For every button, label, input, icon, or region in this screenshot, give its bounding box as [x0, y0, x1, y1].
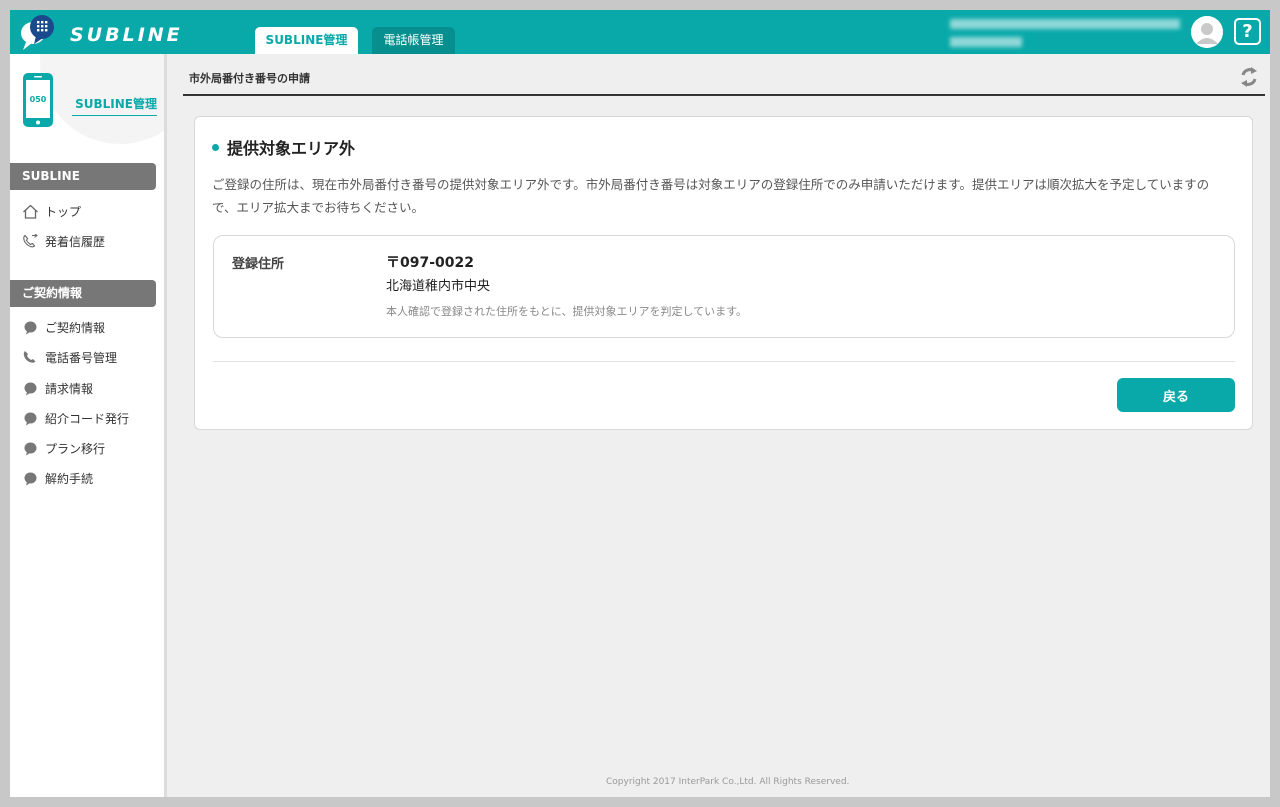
sidebar-item-label: トップ: [45, 204, 82, 219]
smartphone-icon: 050: [23, 73, 53, 127]
top-bar: SUBLINE SUBLINE管理 電話帳管理 ?: [10, 10, 1270, 54]
address-label: 登録住所: [232, 257, 285, 272]
divider: [213, 361, 1235, 362]
back-button[interactable]: 戻る: [1117, 378, 1235, 412]
logo-text: SUBLINE: [70, 24, 183, 46]
sidebar-item-referral-code[interactable]: 紹介コード発行: [22, 408, 129, 428]
help-icon: ?: [1242, 21, 1253, 42]
call-history-icon: [23, 233, 38, 247]
sidebar-item-label: 紹介コード発行: [45, 411, 130, 426]
card-title: 提供対象エリア外: [212, 135, 355, 159]
app-window: SUBLINE SUBLINE管理 電話帳管理 ? 050 SUBLINE管理: [10, 10, 1270, 797]
sidebar-item-label: 電話番号管理: [45, 350, 118, 365]
redacted-user-info: [950, 19, 1180, 29]
card-title-text: 提供対象エリア外: [227, 139, 356, 158]
sidebar-item-contract-info[interactable]: ご契約情報: [22, 317, 105, 337]
address-value: 北海道稚内市中央: [386, 279, 491, 294]
bubble-icon: [24, 321, 37, 334]
sidebar-item-label: 解約手続: [45, 471, 94, 486]
help-button[interactable]: ?: [1234, 18, 1261, 45]
sidebar-item-cancellation[interactable]: 解約手続: [22, 468, 93, 488]
sidebar: 050 SUBLINE管理 SUBLINE トップ 発着信履歴 ご契約情報 ご契…: [10, 54, 167, 797]
sidebar-item-billing[interactable]: 請求情報: [22, 378, 93, 398]
avatar[interactable]: [1191, 16, 1223, 48]
sidebar-item-plan-change[interactable]: プラン移行: [22, 438, 105, 458]
card-description: ご登録の住所は、現在市外局番付き番号の提供対象エリア外です。市外局番付き番号は対…: [212, 177, 1210, 215]
out-of-area-card: 提供対象エリア外 ご登録の住所は、現在市外局番付き番号の提供対象エリア外です。市…: [194, 116, 1253, 430]
postal-code: 〒097-0022: [386, 255, 474, 271]
sidebar-item-label: 請求情報: [45, 381, 94, 396]
sidebar-item-label: プラン移行: [45, 441, 106, 456]
bubble-icon: [24, 472, 37, 485]
logo-icon: [21, 15, 54, 50]
sidebar-item-phone-number[interactable]: 電話番号管理: [22, 347, 117, 367]
bubble-icon: [24, 382, 37, 395]
tab-phonebook-admin[interactable]: 電話帳管理: [372, 27, 455, 54]
page-title: 市外局番付き番号の申請: [183, 70, 1265, 96]
address-note: 本人確認で登録された住所をもとに、提供対象エリアを判定しています。: [386, 305, 748, 318]
subline-logo[interactable]: SUBLINE: [18, 12, 218, 52]
tab-subline-admin[interactable]: SUBLINE管理: [255, 27, 358, 54]
refresh-button[interactable]: [1239, 66, 1259, 92]
phone-number-label: 050: [30, 95, 47, 104]
sidebar-item-top[interactable]: トップ: [22, 201, 81, 221]
bubble-icon: [24, 412, 37, 425]
bubble-icon: [24, 442, 37, 455]
sidebar-item-label: 発着信履歴: [45, 234, 106, 249]
sidebar-item-call-history[interactable]: 発着信履歴: [22, 231, 105, 251]
user-icon: [1191, 16, 1223, 48]
home-icon: [23, 204, 38, 219]
sidebar-item-label: ご契約情報: [45, 320, 106, 335]
phone-icon: [23, 350, 36, 363]
copyright: Copyright 2017 InterPark Co.,Ltd. All Ri…: [606, 777, 850, 787]
section-header-subline: SUBLINE: [10, 163, 156, 190]
sidebar-title: SUBLINE管理: [72, 95, 157, 116]
redacted-user-id: [950, 37, 1022, 47]
registered-address-box: 登録住所 〒097-0022 北海道稚内市中央 本人確認で登録された住所をもとに…: [213, 235, 1235, 338]
section-header-contract: ご契約情報: [10, 280, 156, 307]
bullet-dot-icon: [212, 143, 219, 151]
refresh-icon: [1241, 67, 1257, 87]
